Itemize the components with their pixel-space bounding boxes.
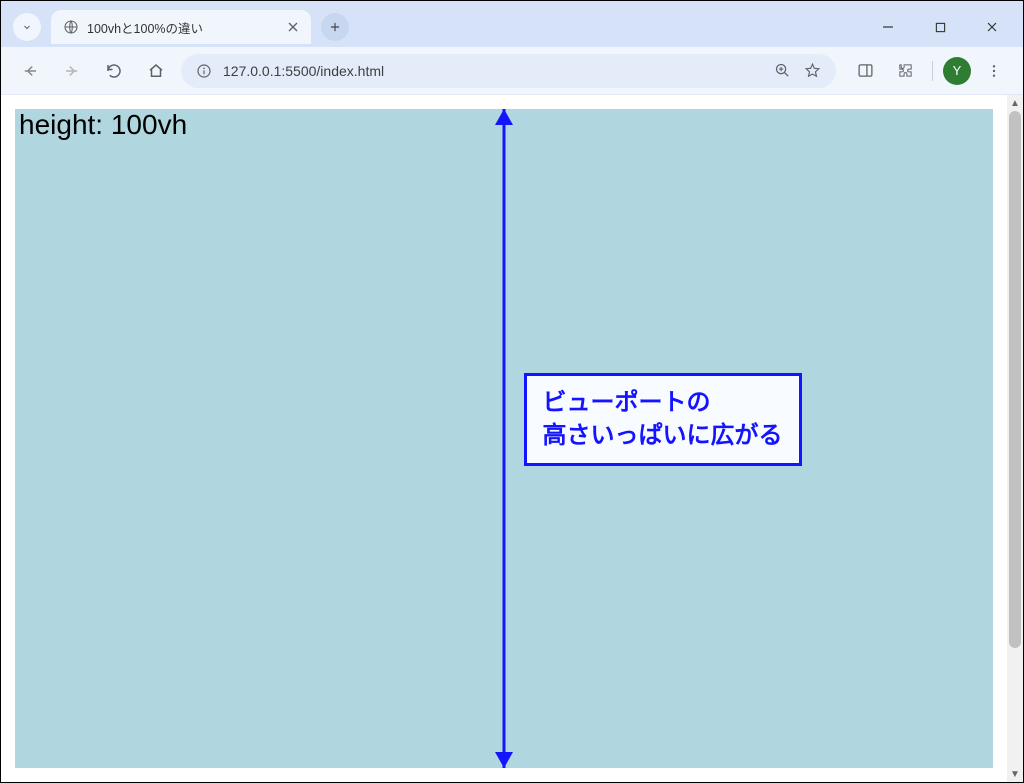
tab-close-button[interactable] (285, 19, 301, 35)
maximize-icon (935, 22, 946, 33)
puzzle-icon (897, 62, 914, 79)
demo-label: height: 100vh (19, 109, 187, 141)
browser-window: 100vhと100%の違い (0, 0, 1024, 783)
chevron-down-icon (21, 21, 33, 33)
annotation-callout: ビューポートの 高さいっぱいに広がる (524, 373, 802, 466)
extensions-button[interactable] (888, 54, 922, 88)
address-bar[interactable]: 127.0.0.1:5500/index.html (181, 54, 836, 88)
home-icon (147, 62, 165, 80)
tab-title: 100vhと100%の違い (87, 18, 277, 37)
close-icon (288, 22, 298, 32)
info-icon (196, 63, 212, 79)
side-panel-icon (857, 62, 874, 79)
page-content: height: 100vh ビューポートの 高さいっぱいに広がる (1, 95, 1007, 782)
browser-tab[interactable]: 100vhと100%の違い (51, 10, 311, 44)
page-viewport: height: 100vh ビューポートの 高さいっぱいに広がる ▲ ▼ (1, 95, 1023, 782)
nav-home-button[interactable] (139, 54, 173, 88)
scrollbar-thumb[interactable] (1009, 111, 1021, 648)
tab-bar: 100vhと100%の違い (1, 1, 1023, 47)
vertical-scrollbar[interactable]: ▲ ▼ (1007, 95, 1023, 782)
scroll-down-button[interactable]: ▼ (1007, 766, 1023, 782)
plus-icon (328, 20, 342, 34)
toolbar-divider (932, 61, 933, 81)
url-text: 127.0.0.1:5500/index.html (223, 63, 762, 79)
globe-icon (63, 19, 79, 35)
arrow-left-icon (21, 62, 39, 80)
zoom-button[interactable] (772, 61, 792, 81)
window-minimize-button[interactable] (865, 11, 911, 43)
annotation-arrow-head-up-icon (495, 109, 513, 125)
tabs-dropdown-button[interactable] (13, 13, 41, 41)
close-icon (986, 21, 998, 33)
magnifier-plus-icon (774, 62, 791, 79)
side-panel-button[interactable] (848, 54, 882, 88)
toolbar: 127.0.0.1:5500/index.html Y (1, 47, 1023, 95)
nav-reload-button[interactable] (97, 54, 131, 88)
reload-icon (105, 62, 123, 80)
minimize-icon (882, 21, 894, 33)
nav-back-button[interactable] (13, 54, 47, 88)
bookmark-button[interactable] (802, 61, 822, 81)
new-tab-button[interactable] (321, 13, 349, 41)
window-close-button[interactable] (969, 11, 1015, 43)
avatar-initial: Y (953, 63, 962, 78)
annotation-arrow-head-down-icon (495, 752, 513, 768)
toolbar-right: Y (848, 54, 1011, 88)
site-info-button[interactable] (195, 62, 213, 80)
demo-box: height: 100vh ビューポートの 高さいっぱいに広がる (15, 109, 993, 768)
scrollbar-track[interactable] (1007, 111, 1023, 766)
annotation-arrow-line (503, 109, 506, 768)
arrow-right-icon (63, 62, 81, 80)
nav-forward-button[interactable] (55, 54, 89, 88)
chrome-menu-button[interactable] (977, 54, 1011, 88)
scroll-up-button[interactable]: ▲ (1007, 95, 1023, 111)
star-icon (804, 62, 821, 79)
kebab-icon (986, 63, 1002, 79)
window-maximize-button[interactable] (917, 11, 963, 43)
profile-avatar[interactable]: Y (943, 57, 971, 85)
window-controls (865, 7, 1015, 47)
